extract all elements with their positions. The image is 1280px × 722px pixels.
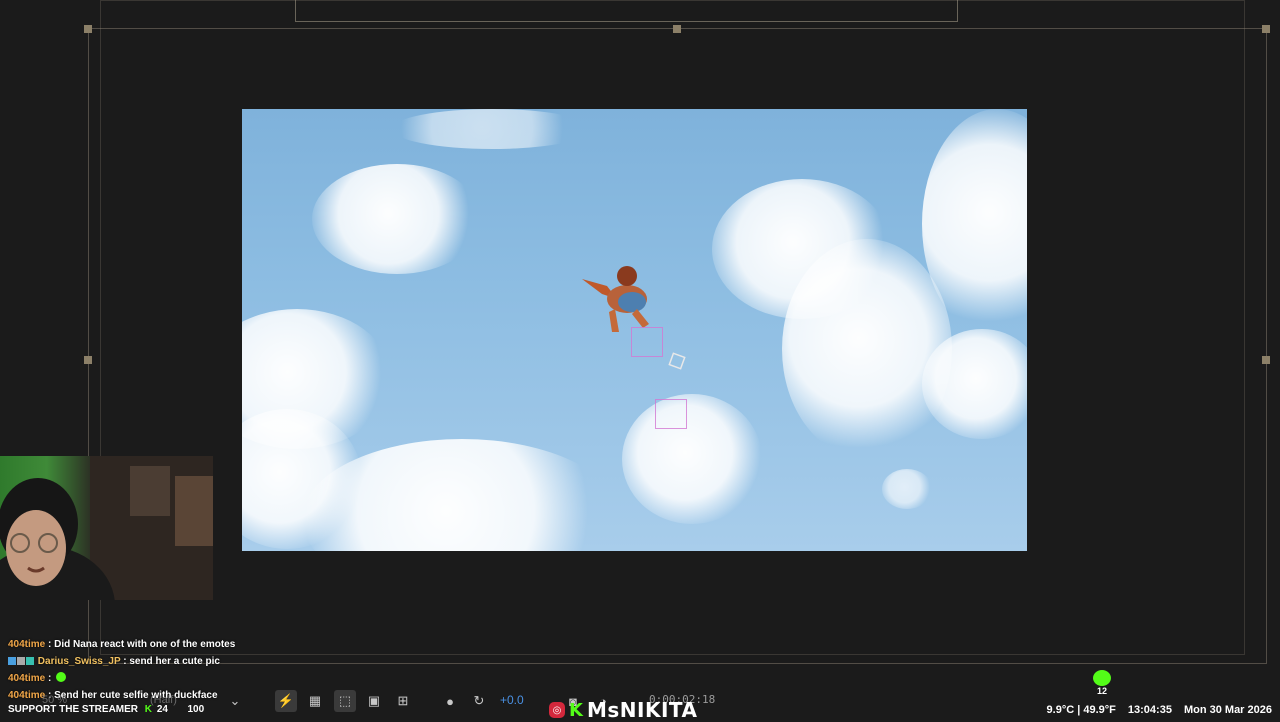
support-goal: 100: [187, 704, 205, 715]
cloud: [782, 239, 952, 459]
sub-badge-icon: [8, 657, 16, 665]
anchor-point-icon[interactable]: [668, 352, 686, 370]
composition-viewer[interactable]: [242, 109, 1027, 551]
tracking-box[interactable]: [631, 327, 663, 357]
glasses-badge-icon: [17, 657, 25, 665]
color-channels-icon[interactable]: ●: [439, 690, 461, 712]
grid-guides-icon[interactable]: ⊞: [392, 690, 414, 712]
tracking-box[interactable]: [655, 399, 687, 429]
support-current: 24: [156, 704, 168, 715]
support-label: SUPPORT THE STREAMER: [8, 704, 139, 715]
kick-logo: K: [569, 699, 583, 721]
chat-username: 404time: [8, 639, 46, 650]
webcam-overlay: [0, 456, 213, 600]
support-bar: SUPPORT THE STREAMER K 24 100: [8, 704, 204, 715]
cloud: [312, 164, 482, 274]
chevron-down-icon[interactable]: ⌄: [224, 690, 246, 712]
date: Mon 30 Mar 2026: [1183, 704, 1272, 716]
cloud: [922, 329, 1027, 439]
chat-text: :: [48, 673, 52, 684]
green-emote-icon: [1093, 670, 1111, 686]
chat-username: 404time: [8, 673, 46, 684]
cloud: [882, 469, 932, 509]
mask-path-icon[interactable]: ⬚: [334, 690, 356, 712]
chat-text: : send her a cute pic: [123, 656, 220, 667]
transform-handle-tc[interactable]: [673, 25, 681, 33]
emote-count: 12: [1096, 686, 1107, 696]
instagram-icon: ◎: [549, 702, 565, 718]
emote-counter: 12: [1092, 670, 1112, 698]
chat-message: 404time : Did Nana react with one of the…: [8, 636, 298, 653]
chat-message: 404time :: [8, 670, 298, 687]
kick-icon: K: [144, 704, 153, 715]
weather: 9.9°C | 49.9°F: [1046, 704, 1116, 716]
top-tab-outline: [295, 0, 958, 22]
transform-handle-tl[interactable]: [84, 25, 92, 33]
streamer-name: MsNIKITA: [586, 698, 698, 722]
reset-exposure-icon[interactable]: ↻: [468, 690, 490, 712]
cloud: [392, 109, 592, 149]
chat-message: Darius_Swiss_JP : send her a cute pic: [8, 653, 298, 670]
transform-handle-tr[interactable]: [1262, 25, 1270, 33]
exposure-value[interactable]: +0.0: [500, 693, 524, 707]
transform-handle-ml[interactable]: [84, 356, 92, 364]
cloud: [622, 394, 762, 524]
chat-text: : Did Nana react with one of the emotes: [48, 639, 236, 650]
transform-handle-mr[interactable]: [1262, 356, 1270, 364]
region-of-interest-icon[interactable]: ▣: [363, 690, 385, 712]
streamer-branding: ◎ K MsNIKITA: [549, 698, 697, 722]
transparency-grid-icon[interactable]: ▦: [304, 690, 326, 712]
green-smile-emote-icon: [56, 672, 67, 682]
fast-preview-icon[interactable]: ⚡: [275, 690, 297, 712]
chat-username: Darius_Swiss_JP: [37, 656, 121, 667]
verified-badge-icon: [26, 657, 34, 665]
status-bar: 9.9°C | 49.9°F 13:04:35 Mon 30 Mar 2026: [1047, 704, 1272, 716]
streamer-face: [0, 456, 213, 600]
clock: 13:04:35: [1127, 704, 1172, 716]
